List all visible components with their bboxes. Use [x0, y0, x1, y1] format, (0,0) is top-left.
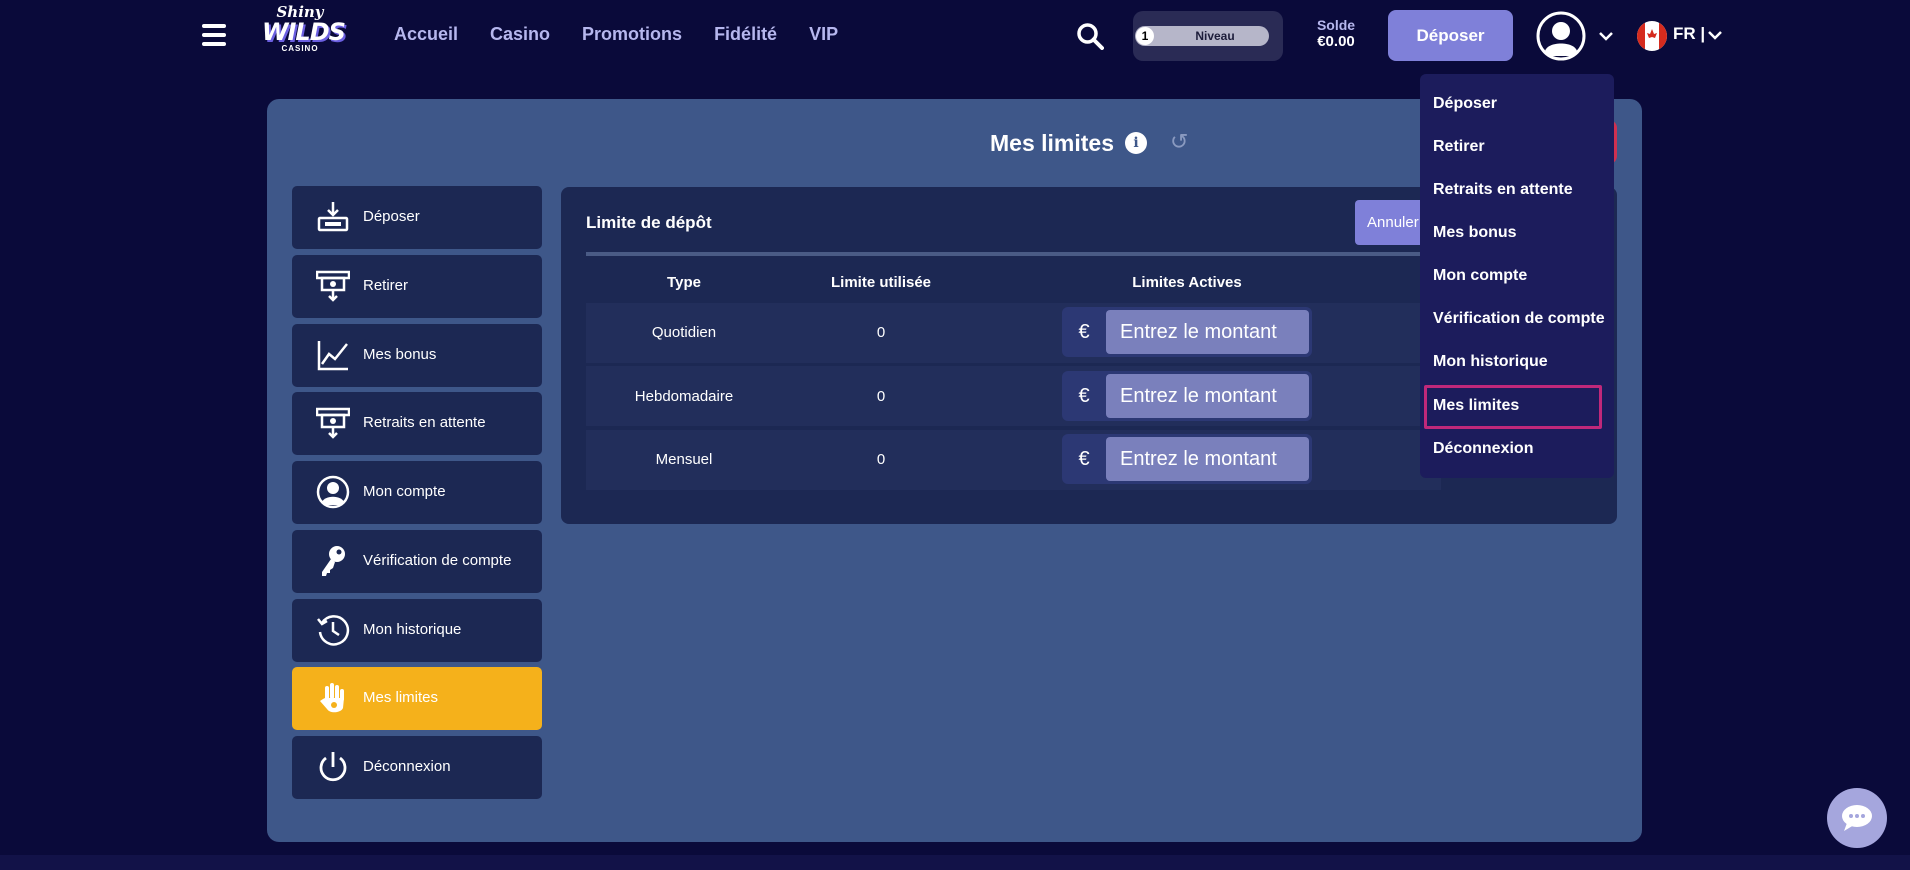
sidebar-item-verification[interactable]: Vérification de compte: [292, 530, 542, 593]
level-number: 1: [1136, 27, 1154, 45]
header: Shiny WILDS CASINO Accueil Casino Promot…: [0, 0, 1910, 72]
column-header-limites-actives: Limites Actives: [1132, 274, 1242, 291]
weekly-limit-input[interactable]: [1106, 374, 1309, 418]
sidebar-item-label: Mon compte: [363, 483, 446, 500]
sidebar-item-retraits-en-attente[interactable]: Retraits en attente: [292, 392, 542, 455]
sidebar-item-label: Mon historique: [363, 621, 462, 638]
daily-limit-input[interactable]: [1106, 310, 1309, 354]
dropdown-item-mon-compte[interactable]: Mon compte: [1433, 267, 1527, 285]
sidebar-item-retirer[interactable]: Retirer: [292, 255, 542, 318]
dropdown-item-mes-limites[interactable]: Mes limites: [1433, 397, 1519, 415]
user-circle-icon: [316, 475, 350, 509]
sidebar-item-mon-historique[interactable]: Mon historique: [292, 599, 542, 662]
amount-field-daily: €: [1062, 307, 1312, 357]
history-icon: [317, 615, 350, 646]
key-icon: [322, 546, 345, 576]
amount-field-weekly: €: [1062, 371, 1312, 421]
pending-withdraw-icon: [316, 407, 350, 439]
balance-title: Solde: [1316, 17, 1356, 33]
sidebar-item-label: Retirer: [363, 277, 409, 294]
column-header-type: Type: [667, 274, 701, 291]
sidebar-item-deposer[interactable]: Déposer: [292, 186, 542, 249]
row-used: 0: [876, 324, 886, 341]
dropdown-item-mes-bonus[interactable]: Mes bonus: [1433, 224, 1517, 242]
level-label: Niveau: [1195, 29, 1235, 43]
euro-icon: €: [1078, 321, 1090, 343]
search-icon[interactable]: [1076, 22, 1104, 50]
amount-field-monthly: €: [1062, 434, 1312, 484]
monthly-limit-input[interactable]: [1106, 437, 1309, 481]
dropdown-item-mon-historique[interactable]: Mon historique: [1433, 353, 1548, 371]
logo[interactable]: Shiny WILDS CASINO: [262, 4, 346, 68]
nav-fidelite[interactable]: Fidélité: [714, 24, 777, 45]
language-selector[interactable]: FR |: [1673, 24, 1705, 44]
row-type: Mensuel: [655, 451, 713, 468]
sidebar-item-mes-limites[interactable]: Mes limites: [292, 667, 542, 730]
row-used: 0: [876, 451, 886, 468]
main-nav: Accueil Casino Promotions Fidélité VIP: [394, 24, 838, 45]
sidebar-item-label: Retraits en attente: [363, 414, 486, 431]
sidebar-item-label: Vérification de compte: [363, 552, 512, 569]
footer-strip: [0, 855, 1910, 870]
language-chevron-down-icon[interactable]: [1707, 27, 1723, 43]
hand-icon: [320, 683, 344, 713]
dropdown-item-deposer[interactable]: Déposer: [1433, 95, 1497, 113]
nav-promotions[interactable]: Promotions: [582, 24, 682, 45]
power-icon: [319, 752, 347, 782]
nav-accueil[interactable]: Accueil: [394, 24, 458, 45]
card-title: Limite de dépôt: [586, 213, 712, 232]
row-used: 0: [876, 388, 886, 405]
sidebar-item-label: Déposer: [363, 208, 420, 225]
deposit-icon: [317, 202, 349, 232]
nav-vip[interactable]: VIP: [809, 24, 838, 45]
logo-text-main: WILDS: [262, 18, 346, 46]
dropdown-item-verification[interactable]: Vérification de compte: [1433, 310, 1605, 328]
chart-line-icon: [317, 341, 348, 371]
chevron-down-icon[interactable]: [1598, 28, 1614, 44]
nav-casino[interactable]: Casino: [490, 24, 550, 45]
sidebar-item-label: Mes limites: [363, 689, 439, 706]
sidebar-item-mon-compte[interactable]: Mon compte: [292, 461, 542, 524]
balance: Solde €0.00: [1308, 17, 1364, 50]
page-title: Mes limites: [990, 130, 1114, 156]
sidebar-item-label: Mes bonus: [363, 346, 437, 363]
row-type: Quotidien: [651, 324, 717, 341]
canada-flag-icon[interactable]: [1637, 21, 1667, 51]
column-header-limite-utilisee: Limite utilisée: [830, 274, 932, 291]
dropdown-item-deconnexion[interactable]: Déconnexion: [1433, 440, 1533, 458]
info-icon[interactable]: i: [1125, 132, 1147, 154]
chat-button[interactable]: [1827, 788, 1887, 848]
chat-icon: [1842, 805, 1872, 831]
hamburger-menu-icon[interactable]: [202, 24, 226, 46]
user-avatar-icon[interactable]: [1536, 11, 1586, 61]
sidebar-item-deconnexion[interactable]: Déconnexion: [292, 736, 542, 799]
row-type: Hebdomadaire: [634, 388, 734, 405]
withdraw-icon: [316, 270, 350, 302]
divider: [586, 252, 1441, 256]
sidebar-item-mes-bonus[interactable]: Mes bonus: [292, 324, 542, 387]
dropdown-item-retraits-en-attente[interactable]: Retraits en attente: [1433, 181, 1573, 199]
deposit-button[interactable]: Déposer: [1388, 10, 1513, 61]
euro-icon: €: [1078, 448, 1090, 470]
refresh-icon[interactable]: ↺: [1170, 129, 1188, 155]
dropdown-item-retirer[interactable]: Retirer: [1433, 138, 1485, 156]
balance-value: €0.00: [1317, 33, 1355, 50]
sidebar-item-label: Déconnexion: [363, 758, 451, 775]
euro-icon: €: [1078, 385, 1090, 407]
